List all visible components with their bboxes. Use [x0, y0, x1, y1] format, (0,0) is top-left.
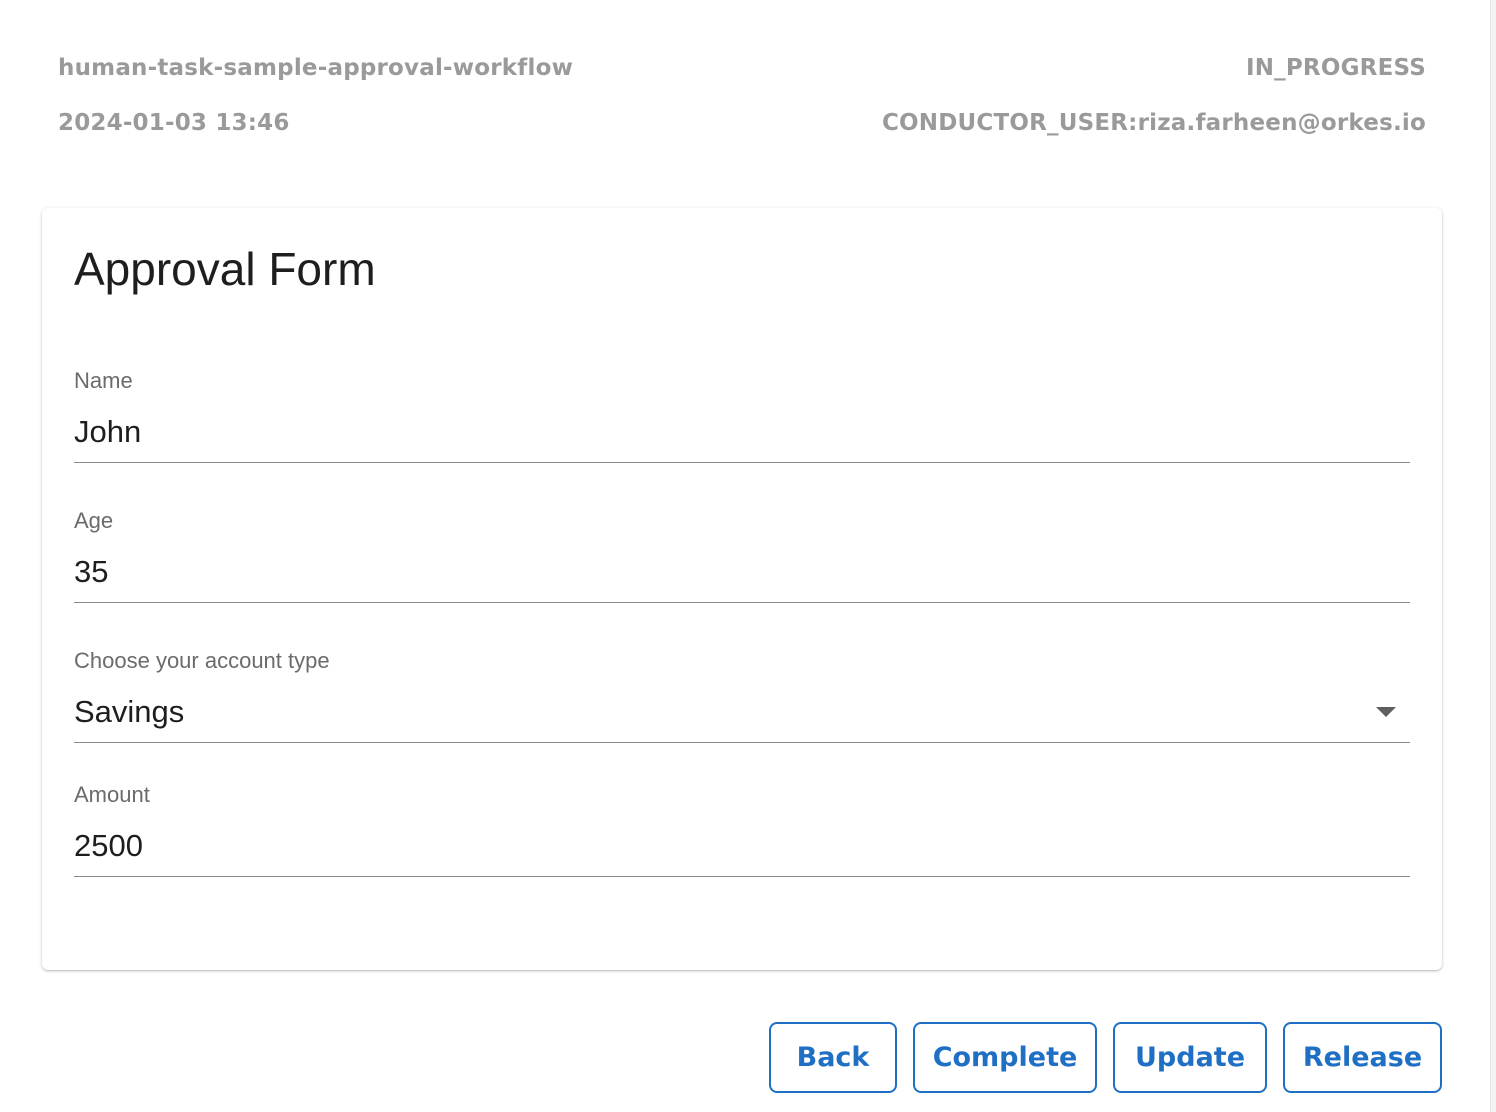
amount-field[interactable]: Amount 2500 [74, 782, 1410, 877]
age-input[interactable]: 35 [74, 554, 108, 590]
assigned-user: CONDUCTOR_USER:riza.farheen@orkes.io [881, 110, 1426, 136]
account-type-value[interactable]: Savings [74, 694, 184, 730]
status-badge: IN_PROGRESS [1245, 55, 1426, 81]
account-type-select[interactable]: Choose your account type Savings [74, 648, 1410, 743]
form-title: Approval Form [74, 243, 376, 295]
back-button[interactable]: Back [769, 1022, 897, 1093]
approval-form-card: Approval Form Name John Age 35 Choose yo… [42, 208, 1442, 970]
task-date: 2024-01-03 13:46 [58, 110, 290, 136]
amount-label: Amount [74, 782, 150, 807]
age-label: Age [74, 508, 114, 533]
update-button[interactable]: Update [1113, 1022, 1267, 1093]
name-input[interactable]: John [74, 414, 141, 450]
task-page: human-task-sample-approval-workflow IN_P… [0, 0, 1496, 1112]
chevron-down-icon[interactable] [1376, 707, 1396, 717]
name-field[interactable]: Name John [74, 368, 1410, 463]
account-type-label: Choose your account type [74, 648, 330, 673]
release-button[interactable]: Release [1283, 1022, 1442, 1093]
amount-input[interactable]: 2500 [74, 828, 143, 864]
age-field[interactable]: Age 35 [74, 508, 1410, 603]
name-label: Name [74, 368, 133, 393]
scrollbar-track[interactable] [1490, 0, 1496, 1112]
complete-button[interactable]: Complete [913, 1022, 1097, 1093]
workflow-name: human-task-sample-approval-workflow [58, 55, 574, 81]
